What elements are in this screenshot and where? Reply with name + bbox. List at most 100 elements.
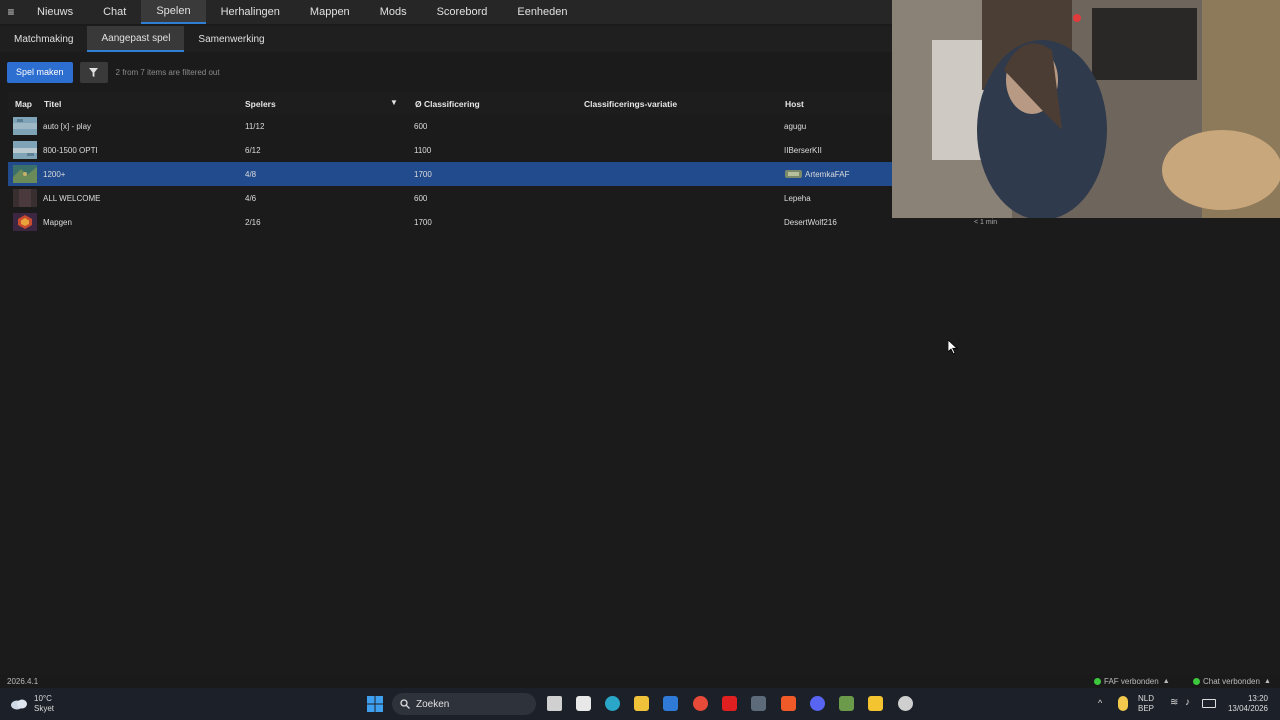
filter-icon [89,67,99,77]
tab-mappen[interactable]: Mappen [295,0,365,24]
tab-eenheden[interactable]: Eenheden [502,0,582,24]
game-rating: 600 [414,122,428,131]
tab-mods[interactable]: Mods [365,0,422,24]
table-row-selected[interactable]: 1200+ 4/8 1700 ArtemkaFAF [8,162,892,186]
game-title: 1200+ [43,170,66,179]
status-bar: 2026.4.1 FAF verbonden ▲ Chat verbonden … [0,674,1280,688]
app-icon[interactable] [839,696,854,711]
game-players: 2/16 [245,218,261,227]
game-host: Lepeha [784,194,811,203]
games-table: Map Titel Spelers ▼ Ø Classificering Cla… [8,92,892,234]
table-header: Map Titel Spelers ▼ Ø Classificering Cla… [8,92,892,114]
mail-icon[interactable] [663,696,678,711]
games-toolbar: Spel maken 2 from 7 items are filtered o… [7,61,220,83]
game-rating: 1700 [414,170,432,179]
youtube-icon[interactable] [722,696,737,711]
discord-icon[interactable] [810,696,825,711]
chevron-up-icon: ▲ [1162,678,1170,685]
edge-icon[interactable] [605,696,620,711]
chat-connection-status[interactable]: Chat verbonden ▲ [1193,677,1271,686]
webcam-image [892,0,1280,218]
search-label: Zoeken [416,698,450,710]
column-header-title[interactable]: Titel [44,99,61,109]
table-row[interactable]: 800-1500 OPTI 6/12 1100 IIBerserKII [8,138,892,162]
chat-status-label: Chat verbonden [1203,677,1260,686]
windows-start-icon[interactable] [367,696,383,712]
microphone-icon[interactable] [1118,696,1128,711]
tab-chat[interactable]: Chat [88,0,141,24]
filter-button[interactable] [79,61,108,83]
host-avatar-icon [785,170,802,178]
column-header-host[interactable]: Host [785,99,804,109]
game-rating: 1700 [414,218,432,227]
tray-overflow-icon[interactable]: ^ [1098,698,1102,708]
language-indicator[interactable]: NLD BEP [1138,694,1154,714]
store-icon[interactable] [576,696,591,711]
clock[interactable]: 13:20 13/04/2026 [1224,694,1268,714]
tab-matchmaking[interactable]: Matchmaking [0,26,87,52]
tab-custom-game[interactable]: Aangepast spel [87,26,185,52]
search-icon [400,699,410,709]
weather-widget[interactable]: 10°C Skyet [10,694,54,714]
chevron-up-icon: ▲ [1263,678,1271,685]
webcam-overlay [892,0,1280,218]
game-host: ArtemkaFAF [805,170,850,179]
clock-time: 13:20 [1247,694,1268,703]
battery-icon[interactable] [1202,699,1216,708]
chrome-icon[interactable] [693,696,708,711]
game-host: IIBerserKII [784,146,822,155]
map-thumbnail [13,141,37,159]
sort-descending-icon[interactable]: ▼ [390,98,398,107]
map-thumbnail [13,189,37,207]
status-dot-icon [1094,678,1101,685]
tab-spelen[interactable]: Spelen [141,0,206,24]
wifi-icon[interactable]: ≋ [1170,697,1178,708]
cloud-icon [11,699,27,710]
tab-nieuws[interactable]: Nieuws [22,0,88,24]
game-players: 4/6 [245,194,257,203]
language-code: NLD [1138,694,1155,703]
tab-coop[interactable]: Samenwerking [184,26,278,52]
table-row[interactable]: Mapgen 2/16 1700 DesertWolf216 [8,210,892,234]
game-players: 4/8 [245,170,257,179]
mouse-cursor-icon [948,340,958,355]
mapgen-icon [13,213,37,231]
column-header-rating[interactable]: Ø Classificering [415,99,480,109]
game-title: Mapgen [43,218,72,227]
game-rating: 600 [414,194,428,203]
weather-temp: 10°C [34,694,52,703]
table-row[interactable]: ALL WELCOME 4/6 600 Lepeha [8,186,892,210]
weather-desc: Skyet [34,704,55,713]
game-title: ALL WELCOME [43,194,101,203]
calculator-icon[interactable] [751,696,766,711]
keyboard-layout: BEP [1138,704,1155,713]
game-host: DesertWolf216 [784,218,837,227]
app-icon-2[interactable] [868,696,883,711]
column-header-map[interactable]: Map [15,99,32,109]
game-players: 11/12 [245,122,265,131]
game-title: 800-1500 OPTI [43,146,98,155]
time-ago-label: < 1 min [974,219,998,226]
faf-client-icon[interactable] [898,696,913,711]
sub-nav: Matchmaking Aangepast spel Samenwerking [0,26,892,52]
game-host: agugu [784,122,807,131]
windows-taskbar: 10°C Skyet Zoeken ^ NLD BEP ≋ ♪ 13:20 13… [0,688,1280,720]
menu-icon[interactable]: ≡ [0,0,22,24]
faf-connection-status[interactable]: FAF verbonden ▲ [1094,677,1170,686]
create-game-button[interactable]: Spel maken [7,61,73,83]
brave-icon[interactable] [781,696,796,711]
column-header-rating-variation[interactable]: Classificerings-variatie [584,99,677,109]
filter-status-text: 2 from 7 items are filtered out [115,67,220,77]
task-view-icon[interactable] [547,696,562,711]
version-label: 2026.4.1 [7,677,39,686]
table-row[interactable]: auto [x] - play 11/12 600 agugu [8,114,892,138]
faf-status-label: FAF verbonden [1104,677,1159,686]
tab-herhalingen[interactable]: Herhalingen [206,0,295,24]
status-dot-icon [1193,678,1200,685]
game-title: auto [x] - play [43,122,92,131]
taskbar-search[interactable]: Zoeken [392,693,536,715]
volume-icon[interactable]: ♪ [1185,697,1190,708]
tab-scorebord[interactable]: Scorebord [422,0,503,24]
file-explorer-icon[interactable] [634,696,649,711]
column-header-players[interactable]: Spelers [245,99,276,109]
